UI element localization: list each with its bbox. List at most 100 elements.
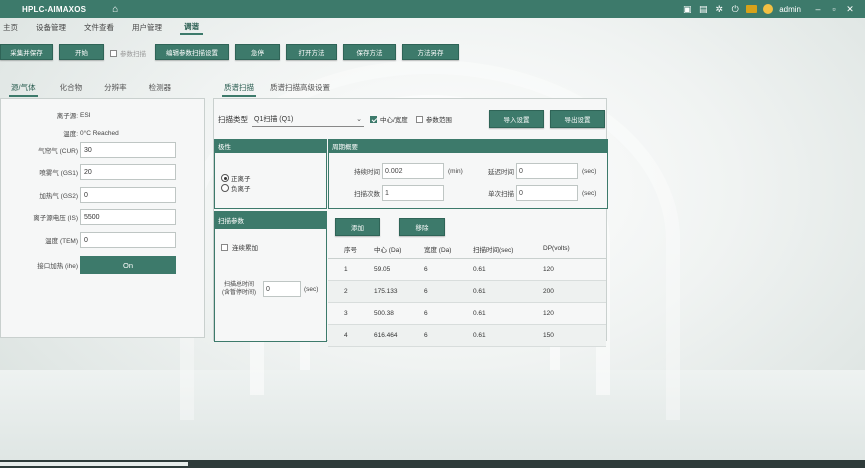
tab-resolution[interactable]: 分辨率 <box>104 82 127 97</box>
total-time-input[interactable]: 0 <box>263 281 301 297</box>
cell-width: 6 <box>424 280 473 303</box>
col-dp: DP(volts) <box>543 240 606 259</box>
scan-count-field: 扫描次数 1 <box>348 185 444 201</box>
gs2-input[interactable]: 0 <box>80 187 176 203</box>
home-icon[interactable]: ⌂ <box>112 4 118 15</box>
polarity-header: 极性 <box>214 139 327 153</box>
table-row[interactable]: 1 59.05 6 0.61 120 <box>328 258 606 281</box>
edit-param-scan-button[interactable]: 编辑参数扫描设置 <box>155 44 229 60</box>
tem-input[interactable]: 0 <box>80 232 176 248</box>
negative-ion-radio[interactable]: 负离子 <box>221 183 251 193</box>
cur-row: 气帘气 (CUR) 30 <box>1 142 206 158</box>
cell-scan-time: 0.61 <box>473 280 543 303</box>
is-row: 离子源电压 (IS) 5500 <box>1 209 206 225</box>
cell-center: 616.464 <box>374 324 424 347</box>
cell-dp: 120 <box>543 258 606 281</box>
notification-icon[interactable] <box>746 5 758 13</box>
menu-users[interactable]: 用户管理 <box>132 22 162 35</box>
save-method-button[interactable]: 保存方法 <box>343 44 396 60</box>
power-icon[interactable]: ⏻ <box>730 4 740 14</box>
chevron-down-icon: ⌄ <box>356 116 362 123</box>
duration-unit: (min) <box>448 167 463 175</box>
gs2-label: 加热气 (GS2) <box>39 193 78 200</box>
gs1-label: 喷雾气 (GS1) <box>39 170 78 177</box>
maximize-icon[interactable]: ▫ <box>829 4 839 14</box>
save-as-button[interactable]: 方法另存 <box>402 44 459 60</box>
screen-icon[interactable]: ▣ <box>682 4 692 14</box>
duration-input[interactable]: 0.002 <box>382 163 444 179</box>
acquire-save-button[interactable]: 采集并保存 <box>0 44 53 60</box>
stop-button[interactable]: 急停 <box>235 44 280 60</box>
tab-compound[interactable]: 化合物 <box>60 82 83 97</box>
tab-ms-scan-advanced[interactable]: 质谱扫描高级设置 <box>270 82 330 97</box>
username[interactable]: admin <box>779 5 801 14</box>
cell-dp: 200 <box>543 280 606 303</box>
tem-label: 温度 (TEM) <box>45 238 78 245</box>
title-bar: HPLC-AIMAXOS ⌂ ▣ ▤ ✲ ⏻ admin – ▫ ✕ <box>0 0 865 18</box>
radio-button[interactable] <box>221 174 229 182</box>
checkbox-box[interactable] <box>221 243 228 251</box>
col-index: 序号 <box>328 240 374 259</box>
table-row[interactable]: 4 616.464 6 0.61 150 <box>328 324 606 347</box>
tab-detector[interactable]: 检测器 <box>149 82 172 97</box>
menu-tune[interactable]: 调谐 <box>180 21 203 35</box>
center-width-checkbox[interactable] <box>370 115 377 123</box>
import-settings-button[interactable]: 导入设置 <box>489 110 544 128</box>
source-gas-panel: 离子源: ESI 温度: 0°C Reached 气帘气 (CUR) 30 喷雾… <box>0 98 205 338</box>
settings-icon[interactable]: ✲ <box>714 4 724 14</box>
add-button[interactable]: 添加 <box>335 218 380 236</box>
param-range-checkbox[interactable] <box>415 115 423 123</box>
start-button[interactable]: 开始 <box>59 44 104 60</box>
table-row[interactable]: 2 175.133 6 0.61 200 <box>328 280 606 303</box>
menu-home[interactable]: 主页 <box>3 22 18 35</box>
ihe-toggle-button[interactable]: On <box>80 256 176 274</box>
period-summary-header: 周期概要 <box>328 139 608 153</box>
total-time-field: 扫描总时间 (含暂停时间) 0 (sec) <box>218 281 318 297</box>
temperature-status: 0°C Reached <box>80 129 119 137</box>
minimize-icon[interactable]: – <box>813 4 823 14</box>
ion-source-label: 离子源: <box>56 113 78 120</box>
scan-count-input[interactable]: 1 <box>382 185 444 201</box>
scan-count-label: 扫描次数 <box>354 191 380 198</box>
cell-center: 59.05 <box>374 258 424 281</box>
menu-files[interactable]: 文件查看 <box>84 22 114 35</box>
delay-label: 延迟时间 <box>488 169 514 176</box>
tab-source-gas[interactable]: 源/气体 <box>9 82 38 97</box>
avatar[interactable] <box>763 4 774 14</box>
remove-button[interactable]: 移除 <box>399 218 445 236</box>
cell-scan-time: 0.61 <box>473 324 543 347</box>
scan-params-header: 扫描参数 <box>214 211 327 229</box>
table-row[interactable]: 3 500.38 6 0.61 120 <box>328 302 606 325</box>
cur-input[interactable]: 30 <box>80 142 176 158</box>
delay-unit: (sec) <box>582 167 597 175</box>
checkbox-box[interactable] <box>110 49 117 57</box>
gs1-input[interactable]: 20 <box>80 164 176 180</box>
param-scan-checkbox[interactable]: 参数扫描 <box>110 44 149 62</box>
export-settings-button[interactable]: 导出设置 <box>550 110 605 128</box>
single-scan-input[interactable]: 0 <box>516 185 578 201</box>
positive-ion-radio[interactable]: 正离子 <box>221 173 251 183</box>
param-range-label: 参数范围 <box>425 117 452 124</box>
taskbar-search[interactable] <box>0 462 188 466</box>
accumulate-checkbox[interactable]: 连续累加 <box>221 242 258 252</box>
scan-table: 序号 中心 (Da) 宽度 (Da) 扫描时间(sec) DP(volts) 1… <box>328 240 606 347</box>
is-input[interactable]: 5500 <box>80 209 176 225</box>
accumulate-label: 连续累加 <box>232 245 258 252</box>
scan-type-select[interactable]: Q1扫描 (Q1) ⌄ <box>252 111 364 127</box>
cell-center: 500.38 <box>374 302 424 325</box>
save-icon[interactable]: ▤ <box>698 4 708 14</box>
menu-device[interactable]: 设备管理 <box>36 22 66 35</box>
radio-button[interactable] <box>221 184 229 192</box>
col-center: 中心 (Da) <box>374 240 424 259</box>
col-scan-time: 扫描时间(sec) <box>473 240 543 259</box>
open-method-button[interactable]: 打开方法 <box>286 44 337 60</box>
source-tabs: 源/气体 化合物 分辨率 检测器 <box>0 82 193 97</box>
app-title: HPLC-AIMAXOS <box>22 4 87 14</box>
ion-source-value: ESI <box>80 111 91 119</box>
total-time-unit: (sec) <box>304 285 319 293</box>
tab-ms-scan[interactable]: 质谱扫描 <box>222 82 256 97</box>
delay-input[interactable]: 0 <box>516 163 578 179</box>
total-time-label: 扫描总时间 (含暂停时间) <box>222 282 256 296</box>
close-icon[interactable]: ✕ <box>845 4 855 14</box>
cell-index: 4 <box>328 324 374 347</box>
